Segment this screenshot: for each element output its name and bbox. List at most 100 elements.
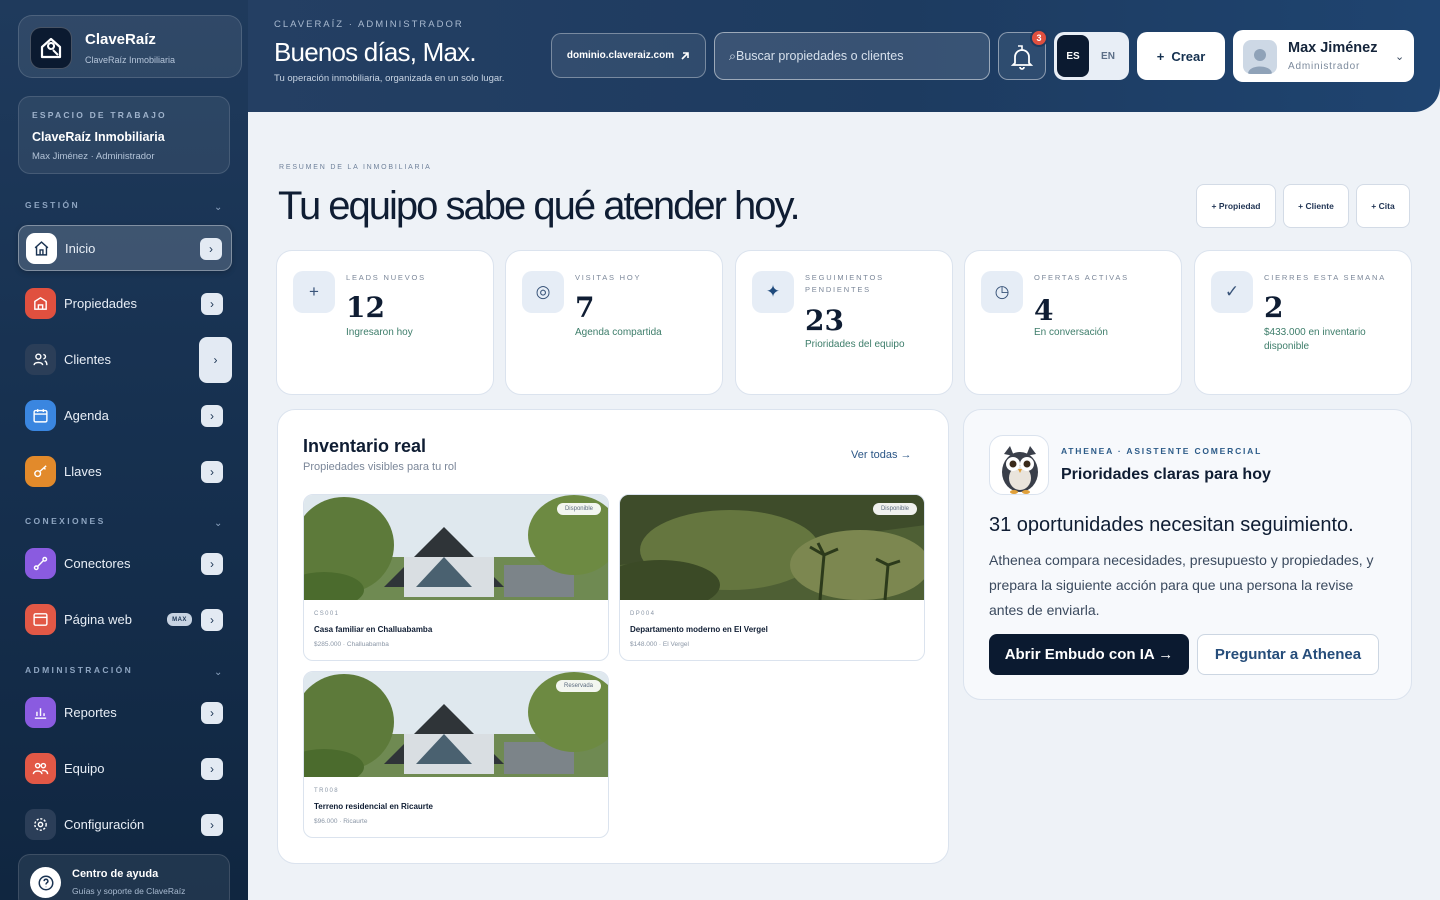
help-subtitle: Guías y soporte de ClaveRaíz	[72, 886, 186, 896]
sidebar-item-equipo[interactable]: Equipo ›	[18, 746, 232, 792]
property-code: DP004	[630, 611, 656, 617]
domain-label: dominio.claveraiz.com	[566, 50, 675, 61]
kpi-label: LEADS NUEVOS	[346, 273, 426, 282]
kpi-card-ofertas[interactable]: ◷ OFERTAS ACTIVAS 4 En conversación	[964, 250, 1182, 395]
kpi-value: 23	[805, 304, 844, 337]
kpi-card-leads[interactable]: + LEADS NUEVOS 12 Ingresaron hoy	[276, 250, 494, 395]
domain-link-button[interactable]: dominio.claveraiz.com	[551, 33, 706, 78]
inventory-title: Inventario real	[303, 436, 427, 456]
status-badge: Disponible	[556, 503, 601, 515]
assistant-headline: 31 oportunidades necesitan seguimiento.	[989, 514, 1354, 536]
sidebar-item-clientes[interactable]: Clientes ›	[18, 337, 232, 383]
header-eyebrow: CLAVERAÍZ · ADMINISTRADOR	[274, 19, 464, 30]
create-button[interactable]: + Crear	[1137, 32, 1225, 80]
kpi-subtext: Prioridades del equipo	[805, 339, 905, 350]
status-badge: Disponible	[872, 503, 917, 515]
add-appointment-button[interactable]: + Cita	[1356, 184, 1410, 228]
sidebar-item-label: Reportes	[64, 705, 117, 720]
summary-eyebrow: RESUMEN DE LA INMOBILIARIA	[279, 164, 432, 171]
sidebar-item-label: Configuración	[64, 817, 145, 832]
calendar-icon	[25, 400, 56, 431]
help-title: Centro de ayuda	[72, 868, 159, 880]
sidebar-item-label: Página web	[64, 612, 132, 627]
section-gestion[interactable]: GESTIÓN	[25, 200, 80, 210]
chevron-right-icon: ›	[201, 758, 223, 780]
chevron-right-icon: ›	[201, 405, 223, 427]
add-client-button[interactable]: + Cliente	[1283, 184, 1349, 228]
open-ai-funnel-button[interactable]: Abrir Embudo con IA →	[989, 634, 1189, 675]
help-center[interactable]: Centro de ayuda Guías y soporte de Clave…	[18, 854, 230, 900]
add-property-button[interactable]: + Propiedad	[1196, 184, 1276, 228]
kpi-card-visitas[interactable]: ◎ VISITAS HOY 7 Agenda compartida	[505, 250, 723, 395]
kpi-card-seguimientos[interactable]: ✦ SEGUIMIENTOS PENDIENTES 23 Prioridades…	[735, 250, 953, 395]
lang-es-button[interactable]: ES	[1057, 35, 1089, 77]
sidebar-item-propiedades[interactable]: Propiedades ›	[18, 281, 232, 327]
sidebar-item-label: Conectores	[64, 556, 131, 571]
chevron-down-icon[interactable]: ⌄	[214, 518, 222, 529]
external-link-icon	[681, 51, 689, 60]
inventory-panel: Inventario real Propiedades visibles par…	[277, 409, 949, 864]
sidebar-item-conectores[interactable]: Conectores ›	[18, 541, 232, 587]
avatar	[1243, 40, 1277, 74]
ask-athenea-button[interactable]: Preguntar a Athenea	[1197, 634, 1379, 675]
clock-icon: ◷	[981, 271, 1023, 313]
chevron-right-icon: ›	[201, 293, 223, 315]
view-all-link[interactable]: Ver todas →	[851, 449, 912, 461]
help-icon	[30, 867, 61, 898]
users-icon	[25, 344, 56, 375]
plan-badge: MAX	[167, 613, 192, 626]
workspace-card[interactable]: ESPACIO DE TRABAJO ClaveRaíz Inmobiliari…	[18, 96, 230, 174]
owl-avatar-icon	[989, 435, 1049, 495]
workspace-label: ESPACIO DE TRABAJO	[32, 110, 167, 120]
chevron-right-icon: ›	[201, 609, 223, 631]
chevron-right-icon: ›	[201, 814, 223, 836]
kpi-card-cierres[interactable]: ✓ CIERRES ESTA SEMANA 2 $433.000 en inve…	[1194, 250, 1412, 395]
kpi-subtext: Ingresaron hoy	[346, 327, 413, 338]
kpi-value: 4	[1034, 294, 1054, 327]
chevron-right-icon: ›	[201, 461, 223, 483]
house-logo-icon	[30, 27, 72, 69]
language-switcher: ES EN	[1054, 32, 1129, 80]
sidebar-item-label: Equipo	[64, 761, 105, 776]
sidebar-item-label: Clientes	[64, 352, 111, 367]
kpi-value: 2	[1264, 291, 1284, 324]
sidebar-item-label: Inicio	[65, 241, 96, 256]
sidebar-item-inicio[interactable]: Inicio ›	[18, 225, 232, 271]
chevron-right-icon: ›	[200, 238, 222, 260]
chart-icon	[25, 697, 56, 728]
search-input[interactable]: ⌕Buscar propiedades o clientes	[714, 32, 990, 80]
plug-icon	[25, 548, 56, 579]
kpi-label: SEGUIMIENTOS PENDIENTES	[805, 273, 884, 294]
brand-card[interactable]: ClaveRaíz ClaveRaíz Inmobiliaria	[18, 15, 242, 78]
notification-count-badge: 3	[1030, 29, 1048, 47]
section-administracion[interactable]: ADMINISTRACIÓN	[25, 665, 133, 675]
property-card[interactable]: Reservada TR008 Terreno residencial en R…	[303, 671, 609, 838]
chevron-down-icon[interactable]: ⌄	[214, 667, 222, 678]
sidebar-item-agenda[interactable]: Agenda ›	[18, 393, 232, 439]
property-card[interactable]: Disponible DP004 Departamento moderno en…	[619, 494, 925, 661]
kpi-value: 7	[575, 291, 595, 324]
notifications-button[interactable]: 3	[998, 29, 1048, 80]
sidebar-item-configuracion[interactable]: Configuración ›	[18, 802, 232, 848]
create-label: Crear	[1171, 48, 1206, 64]
lang-en-button[interactable]: EN	[1092, 35, 1124, 77]
user-role: Administrador	[1288, 61, 1361, 72]
user-menu[interactable]: Max Jiménez Administrador ⌄	[1233, 30, 1414, 82]
chevron-down-icon[interactable]: ⌄	[214, 202, 222, 213]
key-icon	[25, 456, 56, 487]
home-icon	[26, 233, 57, 264]
sidebar-item-llaves[interactable]: Llaves ›	[18, 449, 232, 495]
status-badge: Reservada	[555, 680, 601, 692]
sidebar-item-pagina-web[interactable]: Página web MAX ›	[18, 597, 232, 643]
sidebar-item-label: Llaves	[64, 464, 102, 479]
property-meta: $96.000 · Ricaurte	[314, 818, 368, 825]
section-conexiones[interactable]: CONEXIONES	[25, 516, 106, 526]
property-meta: $285.000 · Challuabamba	[314, 641, 389, 648]
building-icon	[25, 288, 56, 319]
gear-icon	[25, 809, 56, 840]
assistant-title: Prioridades claras para hoy	[1061, 466, 1271, 483]
chevron-down-icon: ⌄	[1395, 51, 1405, 63]
property-card[interactable]: Disponible CS001 Casa familiar en Challu…	[303, 494, 609, 661]
chevron-right-icon: ›	[201, 702, 223, 724]
sidebar-item-reportes[interactable]: Reportes ›	[18, 690, 232, 736]
